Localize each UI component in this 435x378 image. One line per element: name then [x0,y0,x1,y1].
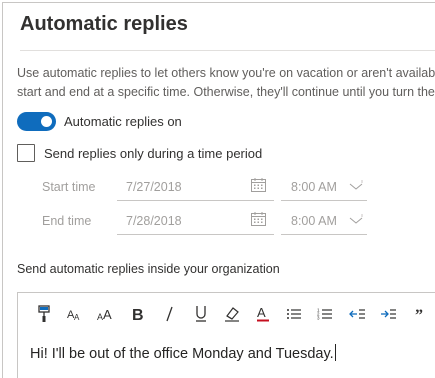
end-time-row: End time 7/28/2018 8:00 AM [0,206,435,236]
end-time-value: 8:00 AM [291,214,337,228]
reply-message-content: Hi! I'll be out of the office Monday and… [30,346,334,362]
calendar-icon[interactable] [251,212,266,226]
inside-organization-label: Send automatic replies inside your organ… [17,262,280,276]
increase-indent-icon[interactable] [377,303,399,325]
svg-text:A: A [74,313,80,322]
end-date-picker[interactable]: 7/28/2018 [117,206,274,235]
underline-icon[interactable] [190,303,212,325]
start-time-label: Start time [42,180,96,194]
end-time-dropdown[interactable]: 8:00 AM [281,206,367,235]
toggle-label: Automatic replies on [64,114,182,129]
decrease-indent-icon[interactable] [346,303,368,325]
automatic-replies-toggle-row[interactable]: Automatic replies on [17,112,182,131]
start-time-dropdown[interactable]: 8:00 AM [281,172,367,201]
automatic-replies-toggle[interactable] [17,112,56,131]
reply-message-editor[interactable]: AA AA B A 123 ” Hi! I'll be out of the o… [17,292,435,378]
toggle-knob [41,116,52,127]
calendar-icon[interactable] [251,178,266,192]
svg-text:B: B [132,307,144,322]
chevron-down-icon[interactable] [349,180,363,192]
end-time-label: End time [42,214,92,228]
format-painter-icon[interactable] [33,303,55,325]
svg-text:A: A [257,305,266,320]
svg-text:”: ” [415,308,423,320]
description: Use automatic replies to let others know… [17,64,435,102]
start-date-picker[interactable]: 7/27/2018 [117,172,274,201]
svg-text:3: 3 [317,316,320,321]
reply-message-text[interactable]: Hi! I'll be out of the office Monday and… [30,344,336,362]
start-date-value: 7/27/2018 [126,180,182,194]
font-size-decrease-icon[interactable]: AA [64,303,86,325]
bullets-icon[interactable] [283,303,305,325]
font-color-icon[interactable]: A [252,303,274,325]
start-time-row: Start time 7/27/2018 8:00 AM [0,172,435,202]
formatting-toolbar: AA AA B A 123 ” [18,293,435,333]
time-period-checkbox-row[interactable]: Send replies only during a time period [17,144,262,162]
start-time-value: 8:00 AM [291,180,337,194]
svg-text:A: A [103,307,112,322]
bold-icon[interactable]: B [127,303,149,325]
time-period-checkbox-label: Send replies only during a time period [44,145,263,161]
title-divider [20,50,435,51]
chevron-down-icon[interactable] [349,214,363,226]
end-date-value: 7/28/2018 [126,214,182,228]
description-line-2: start and end at a specific time. Otherw… [17,85,435,99]
description-line-1: Use automatic replies to let others know… [17,66,435,80]
page-title: Automatic replies [20,13,188,35]
quote-icon[interactable]: ” [410,303,432,325]
text-caret [334,344,336,361]
time-period-checkbox[interactable] [17,144,35,162]
numbering-icon[interactable]: 123 [314,303,336,325]
font-size-increase-icon[interactable]: AA [95,303,117,325]
highlight-icon[interactable] [221,303,243,325]
italic-icon[interactable] [159,303,181,325]
